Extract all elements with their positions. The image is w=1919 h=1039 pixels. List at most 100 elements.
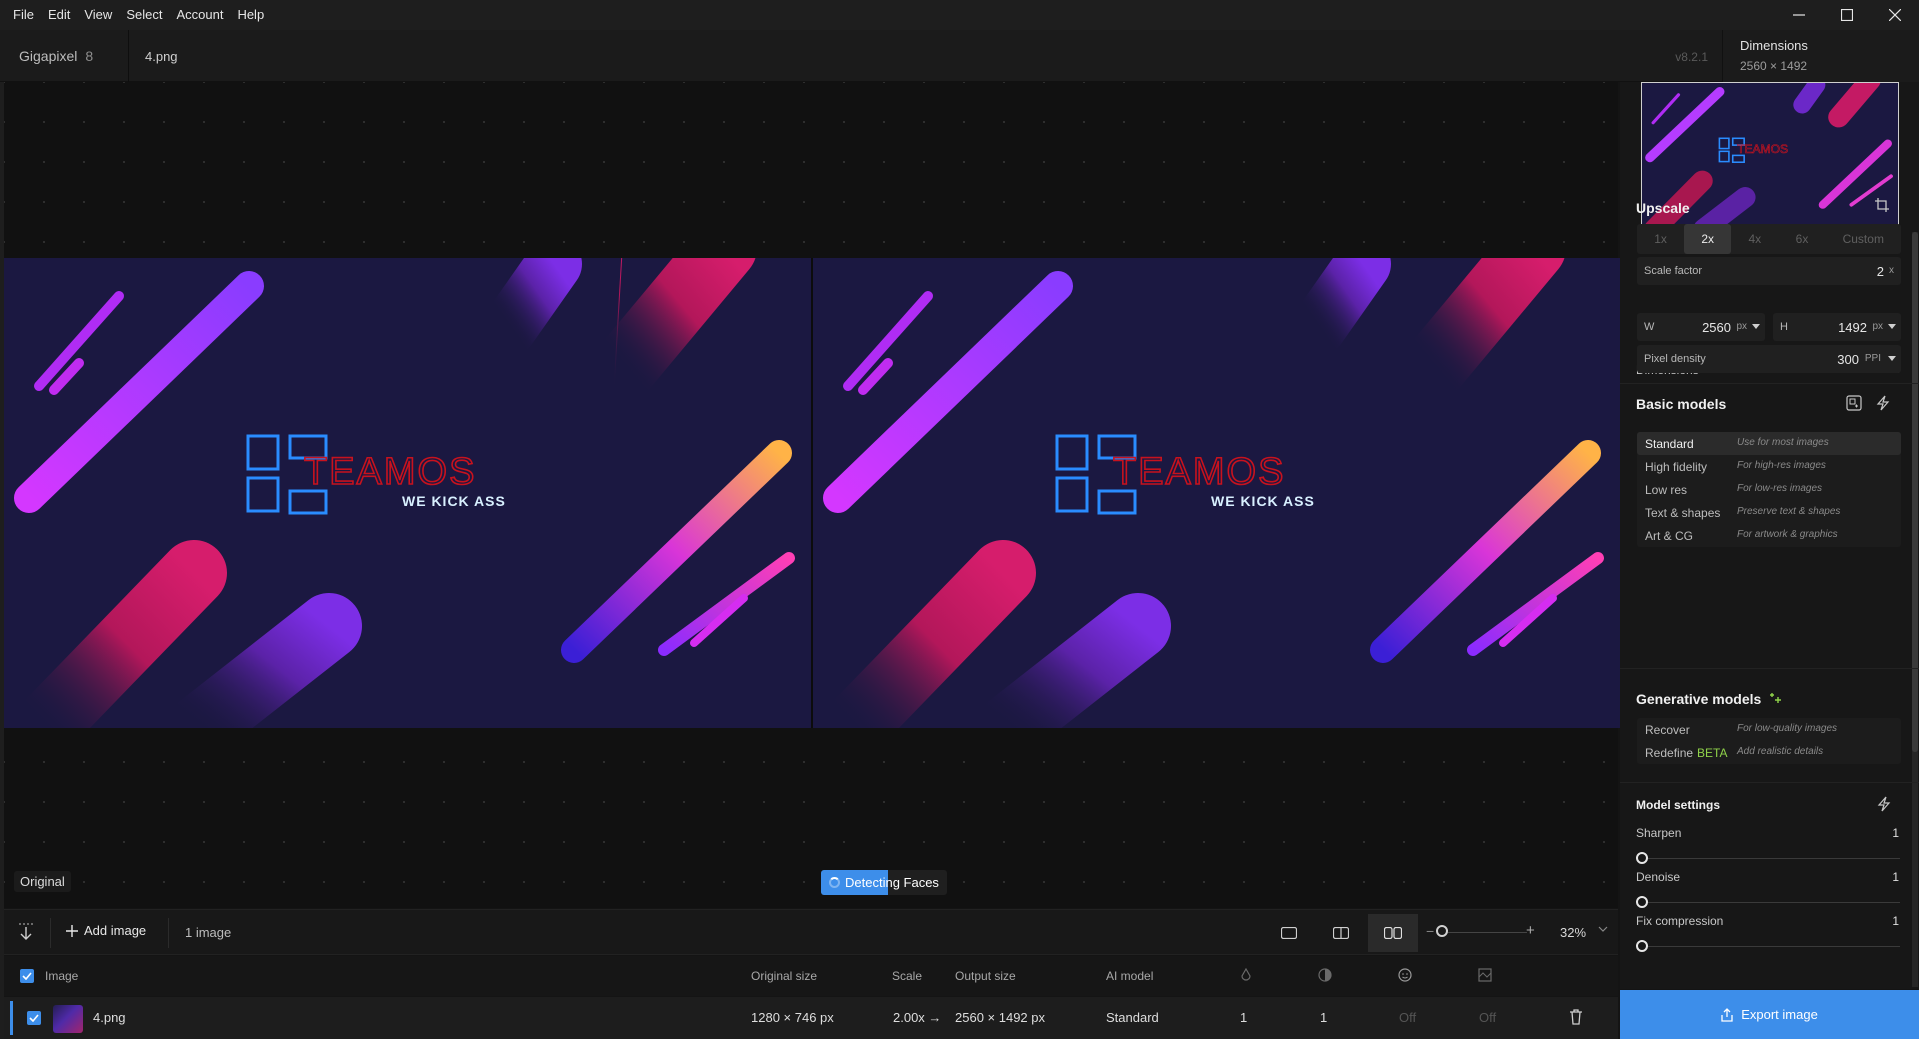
scale-option-custom[interactable]: Custom <box>1826 224 1901 254</box>
width-unit-dropdown-icon[interactable] <box>1752 324 1760 330</box>
export-image-button[interactable]: Export image <box>1620 990 1919 1039</box>
menu-file[interactable]: File <box>0 0 41 30</box>
column-scale[interactable]: Scale <box>892 969 922 983</box>
width-field[interactable]: W 2560 px <box>1637 313 1765 341</box>
menu-select[interactable]: Select <box>119 0 169 30</box>
model-recover[interactable]: Recover For low-quality images <box>1637 718 1901 741</box>
menu-view[interactable]: View <box>77 0 119 30</box>
menu-account[interactable]: Account <box>169 0 230 30</box>
row-checkbox[interactable] <box>27 1011 41 1025</box>
model-art-cg[interactable]: Art & CG For artwork & graphics <box>1637 524 1901 547</box>
pixel-density-value[interactable]: 300 <box>1837 352 1859 367</box>
maximize-button[interactable] <box>1823 0 1871 30</box>
compare-icon <box>1846 395 1862 411</box>
denoise-slider-handle[interactable] <box>1636 896 1648 908</box>
model-name: Text & shapes <box>1645 506 1721 520</box>
single-view-button[interactable] <box>1264 914 1314 952</box>
sharpen-value[interactable]: 1 <box>1892 826 1899 840</box>
collapse-list-button[interactable] <box>18 923 34 944</box>
select-all-checkbox[interactable] <box>20 969 34 983</box>
export-icon <box>1721 1007 1733 1022</box>
zoom-slider-track[interactable] <box>1447 932 1527 933</box>
table-row[interactable]: 4.png 1280 × 746 px 2.00x → 2560 × 1492 … <box>4 997 1618 1039</box>
zoom-out-button[interactable]: − <box>1426 923 1434 939</box>
auto-pilot-button[interactable] <box>1876 395 1890 414</box>
model-settings-title: Model settings <box>1636 798 1721 812</box>
model-redefine[interactable]: Redefine BETA Add realistic details <box>1637 741 1901 764</box>
side-by-side-view-button[interactable] <box>1368 914 1418 952</box>
file-tab[interactable]: 4.png <box>145 49 178 64</box>
height-value[interactable]: 1492 <box>1838 320 1867 335</box>
column-output-size[interactable]: Output size <box>955 969 1016 983</box>
dimensions-label: Dimensions <box>1740 38 1808 53</box>
scale-factor-field[interactable]: Scale factor 2 x <box>1637 257 1901 285</box>
menu-edit[interactable]: Edit <box>41 0 77 30</box>
zoom-in-button[interactable]: + <box>1526 922 1535 939</box>
model-description: Use for most images <box>1737 437 1829 448</box>
column-ai-model[interactable]: AI model <box>1106 969 1153 983</box>
width-label: W <box>1644 321 1655 333</box>
model-low-res[interactable]: Low res For low-res images <box>1637 478 1901 501</box>
lightning-icon <box>1877 796 1891 812</box>
column-image[interactable]: Image <box>45 969 78 983</box>
scale-factor-value[interactable]: 2 <box>1877 264 1884 279</box>
denoise-slider-track[interactable] <box>1642 902 1900 903</box>
window-controls <box>1775 0 1919 30</box>
fix-compression-slider-track[interactable] <box>1642 946 1900 947</box>
row-fix-compression: Off <box>1479 1010 1497 1025</box>
model-high-fidelity[interactable]: High fidelity For high-res images <box>1637 455 1901 478</box>
width-value[interactable]: 2560 <box>1702 320 1731 335</box>
panel-scrollbar-thumb[interactable] <box>1912 232 1918 752</box>
canvas-area[interactable]: TEAMOS WE KICK ASS TEAMOS WE KICK ASS Or… <box>4 82 1620 908</box>
zoom-slider-handle[interactable] <box>1436 925 1448 937</box>
sharpen-icon <box>1241 968 1251 981</box>
maximize-icon <box>1841 9 1853 21</box>
sharpen-slider-track[interactable] <box>1642 858 1900 859</box>
scale-option-6x[interactable]: 6x <box>1778 224 1825 254</box>
zoom-dropdown-button[interactable] <box>1598 923 1608 937</box>
fix-compression-value[interactable]: 1 <box>1892 914 1899 928</box>
split-view-icon <box>1333 927 1349 939</box>
denoise-value[interactable]: 1 <box>1892 870 1899 884</box>
model-description: For low-res images <box>1737 483 1823 494</box>
svg-text:TEAMOS: TEAMOS <box>1737 142 1788 156</box>
height-field[interactable]: H 1492 px <box>1773 313 1901 341</box>
fix-compression-slider-handle[interactable] <box>1636 940 1648 952</box>
bottom-toolbar: Add image 1 image − + 32% <box>4 909 1618 955</box>
sharpen-slider-handle[interactable] <box>1636 852 1648 864</box>
density-unit-dropdown-icon[interactable] <box>1888 356 1896 362</box>
scale-factor-unit: x <box>1889 265 1894 276</box>
minimize-button[interactable] <box>1775 0 1823 30</box>
compare-models-button[interactable] <box>1846 395 1862 414</box>
close-button[interactable] <box>1871 0 1919 30</box>
model-description: For low-quality images <box>1737 723 1838 734</box>
settings-auto-button[interactable] <box>1877 796 1891 815</box>
original-preview-pane[interactable]: TEAMOS WE KICK ASS <box>4 258 811 728</box>
add-image-button[interactable]: Add image <box>66 923 146 938</box>
svg-text:TEAMOS: TEAMOS <box>304 451 476 493</box>
delete-button[interactable] <box>1569 1009 1583 1028</box>
minimize-icon <box>1793 14 1805 16</box>
split-view-button[interactable] <box>1316 914 1366 952</box>
sharpen-label: Sharpen <box>1636 826 1682 840</box>
scale-option-1x[interactable]: 1x <box>1637 224 1684 254</box>
menu-help[interactable]: Help <box>230 0 271 30</box>
model-text-shapes[interactable]: Text & shapes Preserve text & shapes <box>1637 501 1901 524</box>
image-thumbnail <box>53 1005 83 1033</box>
basic-models-title: Basic models <box>1636 396 1727 412</box>
height-unit-dropdown-icon[interactable] <box>1888 324 1896 330</box>
column-original-size[interactable]: Original size <box>751 969 817 983</box>
basic-models-list: Standard Use for most images High fideli… <box>1637 432 1901 547</box>
height-label: H <box>1780 321 1788 333</box>
check-icon <box>29 1014 39 1022</box>
zoom-level[interactable]: 32% <box>1560 925 1586 940</box>
upscale-title: Upscale <box>1636 200 1690 216</box>
fix-compression-label: Fix compression <box>1636 914 1724 928</box>
model-standard[interactable]: Standard Use for most images <box>1637 432 1901 455</box>
pixel-density-field[interactable]: Pixel density 300 PPI <box>1637 345 1901 373</box>
model-name: High fidelity <box>1645 460 1708 474</box>
upscaled-preview-pane[interactable]: TEAMOS WE KICK ASS <box>813 258 1620 728</box>
scale-option-2x[interactable]: 2x <box>1684 224 1732 254</box>
scale-option-4x[interactable]: 4x <box>1731 224 1778 254</box>
crop-button[interactable] <box>1875 198 1889 215</box>
